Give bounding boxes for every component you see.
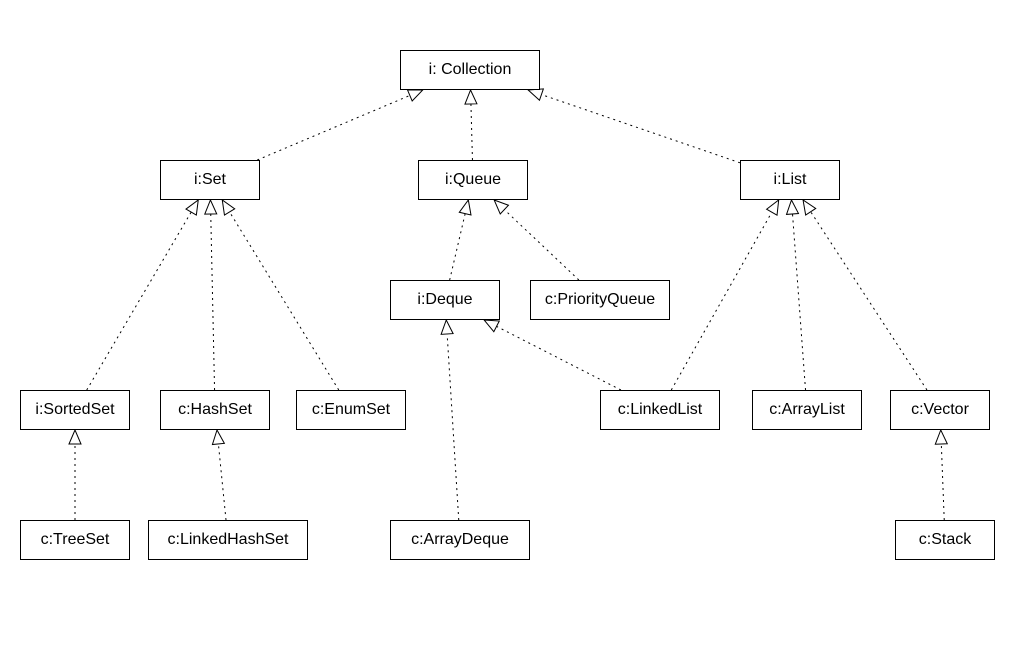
node-vector: c:Vector <box>890 390 990 430</box>
node-list: i:List <box>740 160 840 200</box>
edge-linkedhashset-to-hashset <box>217 430 226 520</box>
node-linkedlist: c:LinkedList <box>600 390 720 430</box>
edge-stack-to-vector <box>941 430 944 520</box>
node-linkedhashset: c:LinkedHashSet <box>148 520 308 560</box>
node-enumset: c:EnumSet <box>296 390 406 430</box>
node-label: i:List <box>774 172 807 188</box>
node-label: c:TreeSet <box>41 532 110 548</box>
node-label: c:LinkedList <box>618 402 703 418</box>
node-arraydeque: c:ArrayDeque <box>390 520 530 560</box>
node-label: c:EnumSet <box>312 402 390 418</box>
edge-sortedset-to-set <box>87 200 199 390</box>
edge-list-to-collection <box>528 90 740 163</box>
node-label: i:SortedSet <box>35 402 114 418</box>
node-set: i:Set <box>160 160 260 200</box>
node-queue: i:Queue <box>418 160 528 200</box>
diagram-canvas: i: Collection i:Set i:Queue i:List i:Deq… <box>0 0 1023 650</box>
edge-arraydeque-to-deque <box>446 320 459 520</box>
node-sortedset: i:SortedSet <box>20 390 130 430</box>
edge-linkedlist-to-deque <box>484 320 621 390</box>
node-priorityqueue: c:PriorityQueue <box>530 280 670 320</box>
edge-arraylist-to-list <box>791 200 805 390</box>
node-label: i:Set <box>194 172 226 188</box>
edge-priorityqueue-to-queue <box>494 200 579 280</box>
node-label: c:HashSet <box>178 402 252 418</box>
node-treeset: c:TreeSet <box>20 520 130 560</box>
edge-deque-to-queue <box>450 200 469 280</box>
edge-linkedlist-to-list <box>671 200 778 390</box>
node-hashset: c:HashSet <box>160 390 270 430</box>
node-label: i:Queue <box>445 172 501 188</box>
node-stack: c:Stack <box>895 520 995 560</box>
edge-enumset-to-set <box>222 200 338 390</box>
node-arraylist: c:ArrayList <box>752 390 862 430</box>
node-label: c:Stack <box>919 532 971 548</box>
node-label: c:Vector <box>911 402 969 418</box>
node-label: c:PriorityQueue <box>545 292 655 308</box>
edge-set-to-collection <box>257 90 422 160</box>
node-label: i:Deque <box>417 292 472 308</box>
node-label: c:ArrayDeque <box>411 532 509 548</box>
edge-queue-to-collection <box>471 90 473 160</box>
node-deque: i:Deque <box>390 280 500 320</box>
node-collection: i: Collection <box>400 50 540 90</box>
node-label: c:LinkedHashSet <box>168 532 289 548</box>
node-label: i: Collection <box>429 62 512 78</box>
edge-vector-to-list <box>803 200 927 390</box>
edge-hashset-to-set <box>210 200 214 390</box>
node-label: c:ArrayList <box>769 402 845 418</box>
